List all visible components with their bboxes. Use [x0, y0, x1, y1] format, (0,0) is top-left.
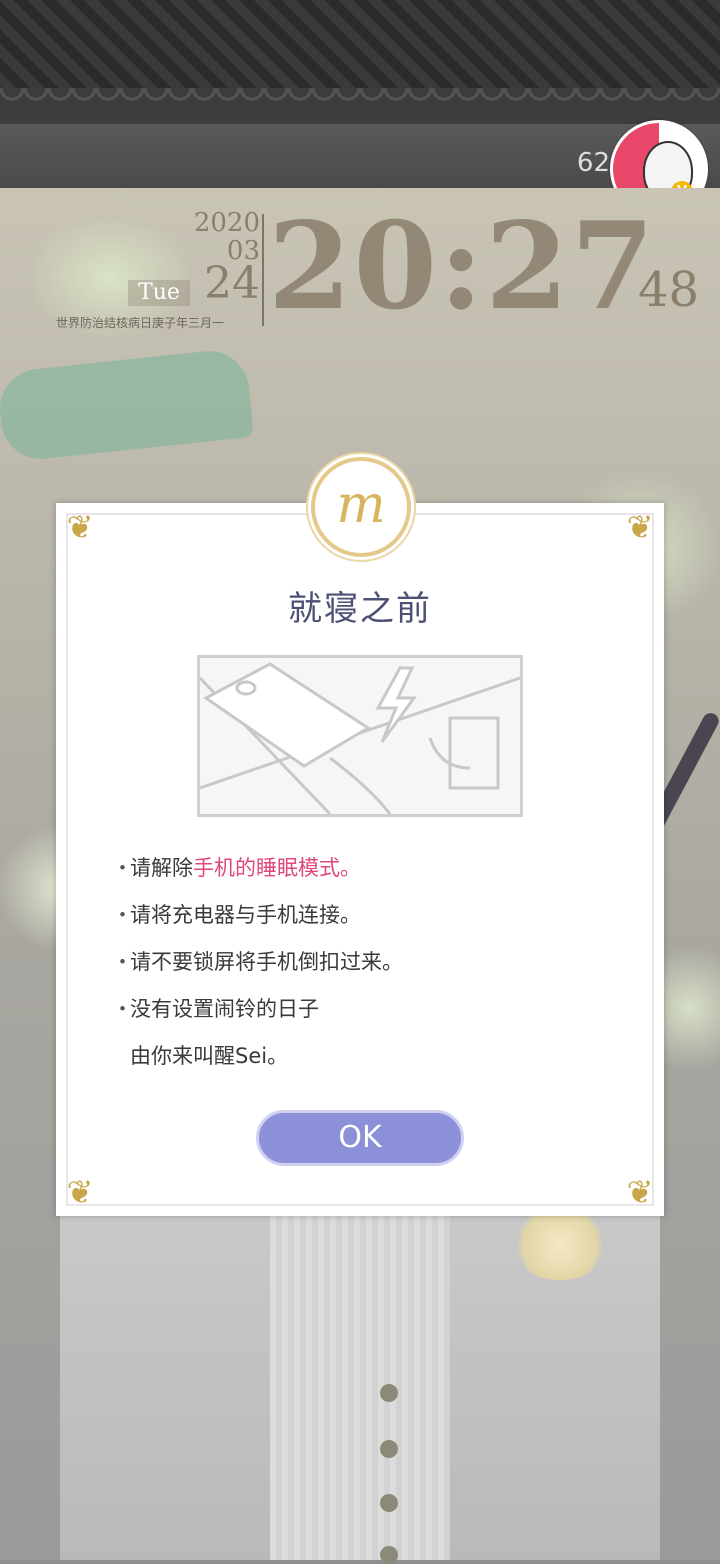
- lace-trim: [0, 88, 720, 124]
- dialog-title: 就寝之前: [288, 589, 432, 629]
- tip-text: 没有设置闹铃的日子: [130, 997, 319, 1021]
- bedtime-tips: ・ 请解除手机的睡眠模式。 ・ 请将充电器与手机连接。 ・ 请不要锁屏将手机倒扣…: [112, 851, 612, 1079]
- clock-seconds: 48: [638, 262, 700, 318]
- corner-ornament-icon: ❦: [626, 1173, 654, 1211]
- clock-date: 2020 03 24: [190, 210, 260, 306]
- emblem-letter-icon: m: [336, 475, 386, 535]
- clock-divider: [262, 214, 264, 326]
- battery-level-text: 62: [576, 148, 610, 178]
- tip-text-continued: 由你来叫醒Sei。: [130, 1044, 289, 1068]
- clock-time: 20:27: [268, 196, 657, 337]
- tip-bullet: ・: [112, 903, 133, 927]
- tip-item: ・ 请不要锁屏将手机倒扣过来。: [112, 945, 612, 992]
- phone-charging-svg: [198, 662, 521, 816]
- tip-bullet: ・: [112, 997, 133, 1021]
- tip-bullet: ・: [112, 856, 133, 880]
- corner-ornament-icon: ❦: [66, 508, 94, 546]
- vest-button: [380, 1546, 398, 1564]
- tip-text: 请解除: [130, 856, 193, 880]
- tip-bullet: ・: [112, 950, 133, 974]
- tip-item: ・ 请解除手机的睡眠模式。: [112, 851, 612, 898]
- vest-button: [380, 1384, 398, 1402]
- emblem-badge: m: [311, 457, 411, 557]
- clock-weekday: Tue: [128, 280, 190, 306]
- boutonniere-flower: [510, 1210, 610, 1280]
- tip-text: 请不要锁屏将手机倒扣过来。: [130, 950, 403, 974]
- lightning-icon: [375, 666, 417, 743]
- vest-button: [380, 1440, 398, 1458]
- ok-button[interactable]: OK: [256, 1110, 464, 1166]
- phone-icon: [203, 662, 371, 768]
- vest-button: [380, 1494, 398, 1512]
- corner-ornament-icon: ❦: [626, 508, 654, 546]
- clock-holiday-text: 世界防治结核病日庚子年三月一: [56, 316, 225, 330]
- clock-day: 24: [204, 258, 260, 309]
- character-vest: [270, 1180, 450, 1560]
- charging-illustration: [197, 655, 523, 817]
- tip-text: 请将充电器与手机连接。: [130, 903, 361, 927]
- clock-year: 2020: [193, 208, 260, 238]
- top-pattern-band: [0, 0, 720, 100]
- bedtime-dialog: ❦ ❦ ❦ ❦ 就寝之前 ・ 请解除手机的睡眠模式。 ・ 请将充电器与手机连接。…: [56, 503, 664, 1216]
- tip-highlight-text: 手机的睡眠模式。: [193, 856, 361, 880]
- tip-item: ・ 请将充电器与手机连接。: [112, 898, 612, 945]
- tip-item: ・ 没有设置闹铃的日子: [112, 992, 612, 1039]
- corner-ornament-icon: ❦: [66, 1173, 94, 1211]
